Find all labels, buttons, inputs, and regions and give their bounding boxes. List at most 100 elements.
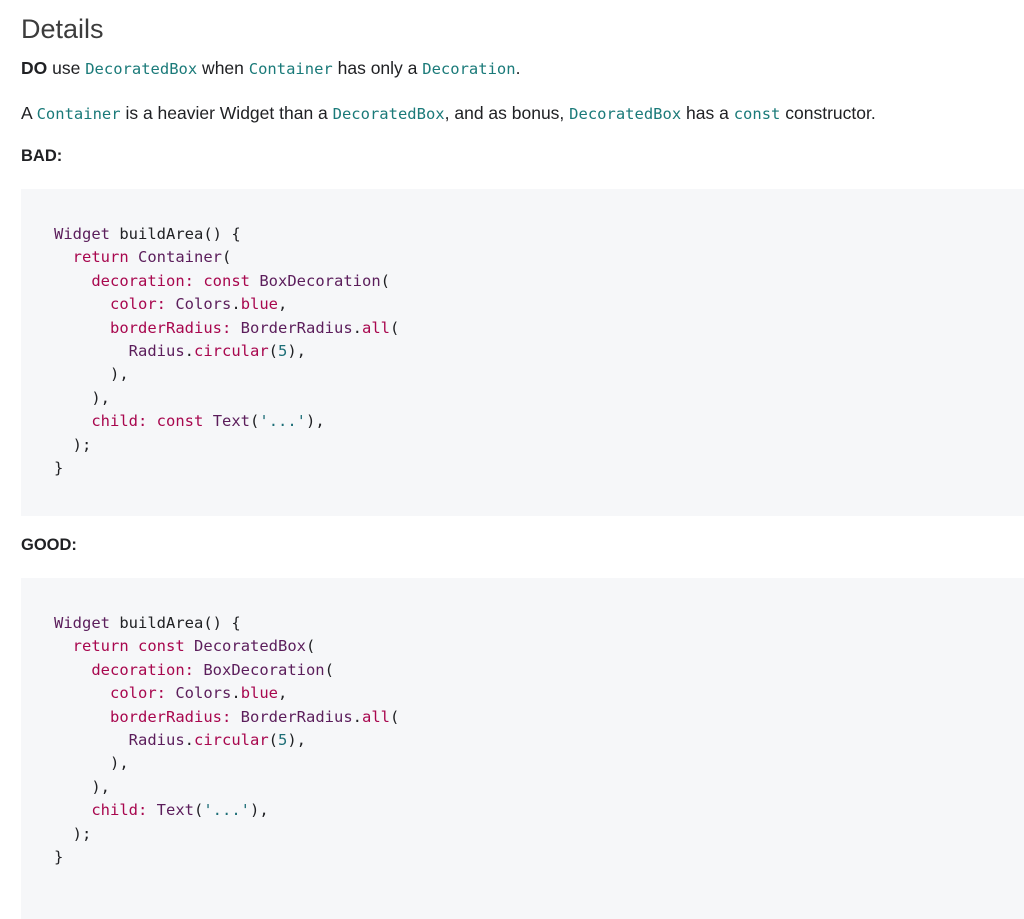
code-token: (: [222, 248, 232, 267]
code-token: ),: [54, 754, 129, 773]
code-token: return: [72, 248, 129, 267]
code-token: buildArea() {: [110, 225, 241, 243]
code-token: Widget: [54, 225, 110, 243]
rule-text: has only a: [332, 58, 423, 78]
code-token: borderRadius:: [110, 318, 232, 337]
code-token: all: [362, 707, 390, 726]
rule-text: .: [515, 58, 521, 78]
code-token: (: [390, 707, 400, 726]
code-line: borderRadius: BorderRadius.all(: [54, 319, 399, 337]
code-token: 5: [278, 731, 288, 750]
code-token: (: [390, 318, 400, 337]
code-token: ),: [54, 388, 110, 407]
code-line: return Container(: [54, 248, 232, 267]
code-token: child:: [91, 801, 148, 820]
good-code-block[interactable]: Widget buildArea() { return const Decora…: [21, 578, 1024, 919]
code-token: buildArea() {: [110, 614, 241, 632]
explanation-text: , and as bonus,: [444, 103, 570, 123]
code-token: 5: [278, 342, 288, 361]
code-token: Radius: [128, 731, 185, 750]
code-token: .: [231, 295, 241, 314]
code-token: color:: [110, 684, 166, 703]
inline-code: DecoratedBox: [569, 105, 682, 123]
code-token: ,: [278, 684, 288, 703]
inline-code: DecoratedBox: [85, 60, 198, 78]
inline-code: Container: [248, 60, 333, 78]
bad-code-block[interactable]: Widget buildArea() { return Container( d…: [21, 189, 1024, 516]
code-token: ),: [306, 412, 325, 431]
code-token: DecoratedBox: [194, 637, 307, 656]
rule-statement: DO use DecoratedBox when Container has o…: [21, 56, 520, 81]
code-line: Widget buildArea() {: [54, 614, 241, 632]
code-token: Text: [212, 412, 251, 431]
code-token: const: [156, 412, 204, 431]
code-token: return: [72, 637, 129, 656]
code-token: .: [231, 684, 241, 703]
code-line: ),: [54, 754, 129, 772]
explanation-text: is a heavier Widget than a: [120, 103, 333, 123]
bad-example-label: BAD:: [21, 147, 63, 165]
code-token: .: [352, 707, 362, 726]
code-line: }: [54, 848, 63, 866]
code-token: blue: [240, 684, 279, 703]
code-token: decoration:: [91, 660, 194, 679]
inline-code: Container: [36, 105, 121, 123]
explanation-text: A: [21, 103, 37, 123]
code-token: Radius: [128, 342, 185, 361]
code-token: const: [203, 271, 250, 290]
code-token: (: [268, 342, 278, 361]
code-line: );: [54, 824, 92, 843]
code-token: (: [306, 637, 316, 656]
code-token: .: [352, 318, 362, 337]
code-token: (: [268, 731, 278, 750]
code-token: );: [54, 824, 92, 843]
inline-code: Decoration: [422, 60, 516, 78]
code-token: ),: [54, 365, 129, 384]
code-token: ),: [250, 801, 269, 820]
code-token: ),: [287, 731, 307, 750]
code-token: (: [194, 801, 204, 820]
code-token: BorderRadius: [240, 707, 353, 726]
code-line: borderRadius: BorderRadius.all(: [54, 708, 399, 726]
code-token: ),: [287, 342, 307, 361]
code-token: (: [380, 271, 391, 290]
code-line: Radius.circular(5),: [54, 342, 306, 360]
code-token: decoration:: [91, 271, 194, 290]
code-listing: Widget buildArea() { return Container( d…: [54, 223, 399, 480]
code-line: ),: [54, 389, 110, 407]
inline-code: const: [733, 105, 781, 123]
code-line: color: Colors.blue,: [54, 295, 287, 313]
code-token: Text: [156, 801, 194, 820]
lint-rule-details: Details DO use DecoratedBox when Contain…: [0, 0, 1024, 919]
inline-code: DecoratedBox: [332, 105, 445, 123]
code-token: );: [54, 435, 92, 454]
code-token: }: [54, 848, 64, 867]
code-token: .: [184, 731, 194, 750]
code-token: Container: [138, 248, 223, 267]
good-example-label: GOOD:: [21, 536, 77, 554]
code-line: return const DecoratedBox(: [54, 637, 316, 656]
explanation-text: has a: [681, 103, 734, 123]
code-token: '...': [203, 801, 251, 820]
code-token: .: [184, 342, 194, 361]
code-line: child: Text('...'),: [54, 801, 269, 820]
code-token: BoxDecoration: [203, 660, 325, 679]
code-line: Radius.circular(5),: [54, 731, 306, 749]
code-token: }: [54, 459, 64, 478]
code-token: circular: [194, 731, 269, 750]
rule-do-keyword: DO: [21, 58, 48, 78]
